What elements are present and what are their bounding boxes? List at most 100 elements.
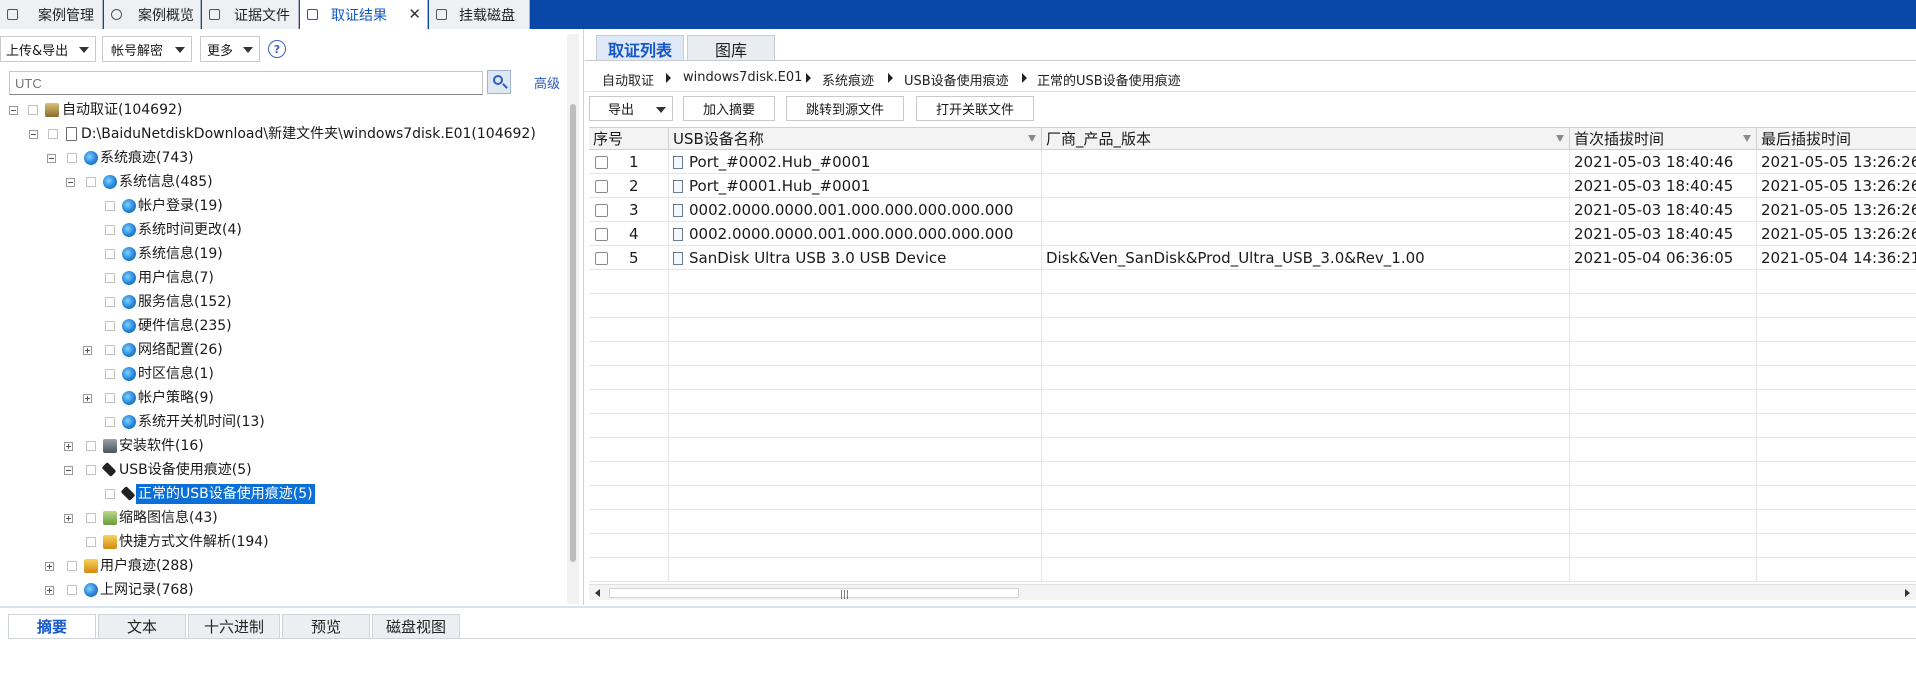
col-last-time[interactable]: 最后插拔时间	[1757, 128, 1916, 150]
tab-gallery[interactable]: 图库	[687, 35, 775, 61]
scroll-thumb[interactable]: |||	[609, 588, 1019, 600]
collapse-icon[interactable]	[64, 466, 73, 475]
node-checkbox[interactable]	[105, 321, 115, 331]
expand-icon[interactable]	[83, 346, 92, 355]
node-checkbox[interactable]	[105, 297, 115, 307]
add-summary-button[interactable]: 加入摘要	[683, 96, 775, 121]
node-checkbox[interactable]	[105, 249, 115, 259]
tree-node-installed-software[interactable]: 安装软件(16)	[0, 436, 560, 456]
tab-hex[interactable]: 十六进制	[188, 614, 280, 638]
node-checkbox[interactable]	[86, 177, 96, 187]
tab-case-overview[interactable]: 案例概览	[104, 0, 201, 29]
node-checkbox[interactable]	[86, 513, 96, 523]
filter-icon[interactable]	[1556, 135, 1564, 142]
table-row[interactable]: 4 0002.0000.0000.001.000.000.000.000.000…	[589, 222, 1916, 246]
expand-icon[interactable]	[83, 394, 92, 403]
expand-icon[interactable]	[45, 586, 54, 595]
tree-scrollbar[interactable]	[567, 34, 579, 604]
node-checkbox[interactable]	[28, 105, 38, 115]
row-checkbox[interactable]	[595, 156, 608, 169]
node-checkbox[interactable]	[67, 561, 77, 571]
tree-node-auto-forensics[interactable]: 自动取证(104692)	[0, 100, 560, 120]
node-checkbox[interactable]	[105, 393, 115, 403]
filter-icon[interactable]	[1028, 135, 1036, 142]
col-vendor[interactable]: 厂商_产品_版本	[1042, 128, 1570, 150]
tab-mount-disk[interactable]: 挂载磁盘	[429, 0, 530, 29]
tree-node-normal-usb-traces[interactable]: 正常的USB设备使用痕迹(5)	[0, 484, 560, 504]
collapse-icon[interactable]	[47, 154, 56, 163]
tree-node-network-config[interactable]: 网络配置(26)	[0, 340, 560, 360]
breadcrumb-item[interactable]: 自动取证	[602, 70, 654, 89]
breadcrumb-item[interactable]: windows7disk.E01	[683, 70, 802, 85]
tab-evidence-list[interactable]: 取证列表	[596, 35, 684, 61]
scroll-left-icon[interactable]	[595, 589, 600, 597]
pane-splitter[interactable]	[583, 29, 584, 605]
tree-node-system-traces[interactable]: 系统痕迹(743)	[0, 148, 560, 168]
help-icon[interactable]: ?	[268, 40, 286, 58]
node-checkbox[interactable]	[86, 537, 96, 547]
tab-case-management[interactable]: 案例管理	[0, 0, 103, 29]
close-icon[interactable]: ✕	[408, 5, 421, 23]
row-checkbox[interactable]	[595, 180, 608, 193]
bottom-splitter[interactable]	[0, 606, 1916, 608]
col-usb-name[interactable]: USB设备名称	[669, 128, 1042, 150]
tree-node-user-traces[interactable]: 用户痕迹(288)	[0, 556, 560, 576]
tree-node-service-info[interactable]: 服务信息(152)	[0, 292, 560, 312]
account-decrypt-dropdown[interactable]: 帐号解密	[102, 36, 192, 62]
table-row[interactable]: 5 SanDisk Ultra USB 3.0 USB Device Disk&…	[589, 246, 1916, 270]
tree-node-time-change[interactable]: 系统时间更改(4)	[0, 220, 560, 240]
tree-node-hardware-info[interactable]: 硬件信息(235)	[0, 316, 560, 336]
node-checkbox[interactable]	[86, 465, 96, 475]
jump-source-button[interactable]: 跳转到源文件	[786, 96, 904, 121]
row-checkbox[interactable]	[595, 204, 608, 217]
node-checkbox[interactable]	[105, 369, 115, 379]
node-checkbox[interactable]	[105, 201, 115, 211]
search-input[interactable]	[9, 71, 483, 95]
tree-node-account-policy[interactable]: 帐户策略(9)	[0, 388, 560, 408]
tab-disk-view[interactable]: 磁盘视图	[372, 614, 460, 638]
node-checkbox[interactable]	[105, 417, 115, 427]
search-button[interactable]	[487, 70, 511, 94]
tab-preview[interactable]: 预览	[282, 614, 370, 638]
table-horizontal-scrollbar[interactable]: |||	[589, 584, 1916, 600]
node-checkbox[interactable]	[105, 489, 115, 499]
export-dropdown[interactable]: 导出	[589, 96, 673, 121]
node-checkbox[interactable]	[105, 273, 115, 283]
node-checkbox[interactable]	[67, 153, 77, 163]
node-checkbox[interactable]	[105, 345, 115, 355]
row-checkbox[interactable]	[595, 252, 608, 265]
collapse-icon[interactable]	[66, 178, 75, 187]
tree-node-power-times[interactable]: 系统开关机时间(13)	[0, 412, 560, 432]
advanced-search-link[interactable]: 高级	[534, 73, 560, 92]
expand-icon[interactable]	[64, 514, 73, 523]
table-row[interactable]: 1 Port_#0002.Hub_#0001 2021-05-03 18:40:…	[589, 150, 1916, 174]
tree-node-system-info[interactable]: 系统信息(485)	[0, 172, 560, 192]
tree-node-image-file[interactable]: D:\BaiduNetdiskDownload\新建文件夹\windows7di…	[0, 124, 560, 144]
row-checkbox[interactable]	[595, 228, 608, 241]
col-index[interactable]: 序号	[589, 128, 669, 150]
tab-forensic-results[interactable]: 取证结果 ✕	[300, 0, 428, 29]
tree-node-web-history[interactable]: 上网记录(768)	[0, 580, 560, 600]
breadcrumb-item[interactable]: USB设备使用痕迹	[904, 70, 1009, 89]
tree-node-account-login[interactable]: 帐户登录(19)	[0, 196, 560, 216]
expand-icon[interactable]	[45, 562, 54, 571]
tree-node-timezone-info[interactable]: 时区信息(1)	[0, 364, 560, 384]
table-row[interactable]: 3 0002.0000.0000.001.000.000.000.000.000…	[589, 198, 1916, 222]
open-related-button[interactable]: 打开关联文件	[916, 96, 1034, 121]
scroll-thumb[interactable]	[570, 104, 576, 562]
node-checkbox[interactable]	[86, 441, 96, 451]
node-checkbox[interactable]	[48, 129, 58, 139]
collapse-icon[interactable]	[29, 130, 38, 139]
breadcrumb-item[interactable]: 正常的USB设备使用痕迹	[1037, 70, 1181, 89]
filter-icon[interactable]	[1743, 135, 1751, 142]
tree-node-thumbnail-info[interactable]: 缩略图信息(43)	[0, 508, 560, 528]
tree-node-system-info-sub[interactable]: 系统信息(19)	[0, 244, 560, 264]
tab-evidence-files[interactable]: 证据文件	[202, 0, 299, 29]
collapse-icon[interactable]	[9, 106, 18, 115]
table-row[interactable]: 2 Port_#0001.Hub_#0001 2021-05-03 18:40:…	[589, 174, 1916, 198]
expand-icon[interactable]	[64, 442, 73, 451]
breadcrumb-item[interactable]: 系统痕迹	[822, 70, 874, 89]
node-checkbox[interactable]	[105, 225, 115, 235]
node-checkbox[interactable]	[67, 585, 77, 595]
col-first-time[interactable]: 首次插拔时间	[1570, 128, 1757, 150]
